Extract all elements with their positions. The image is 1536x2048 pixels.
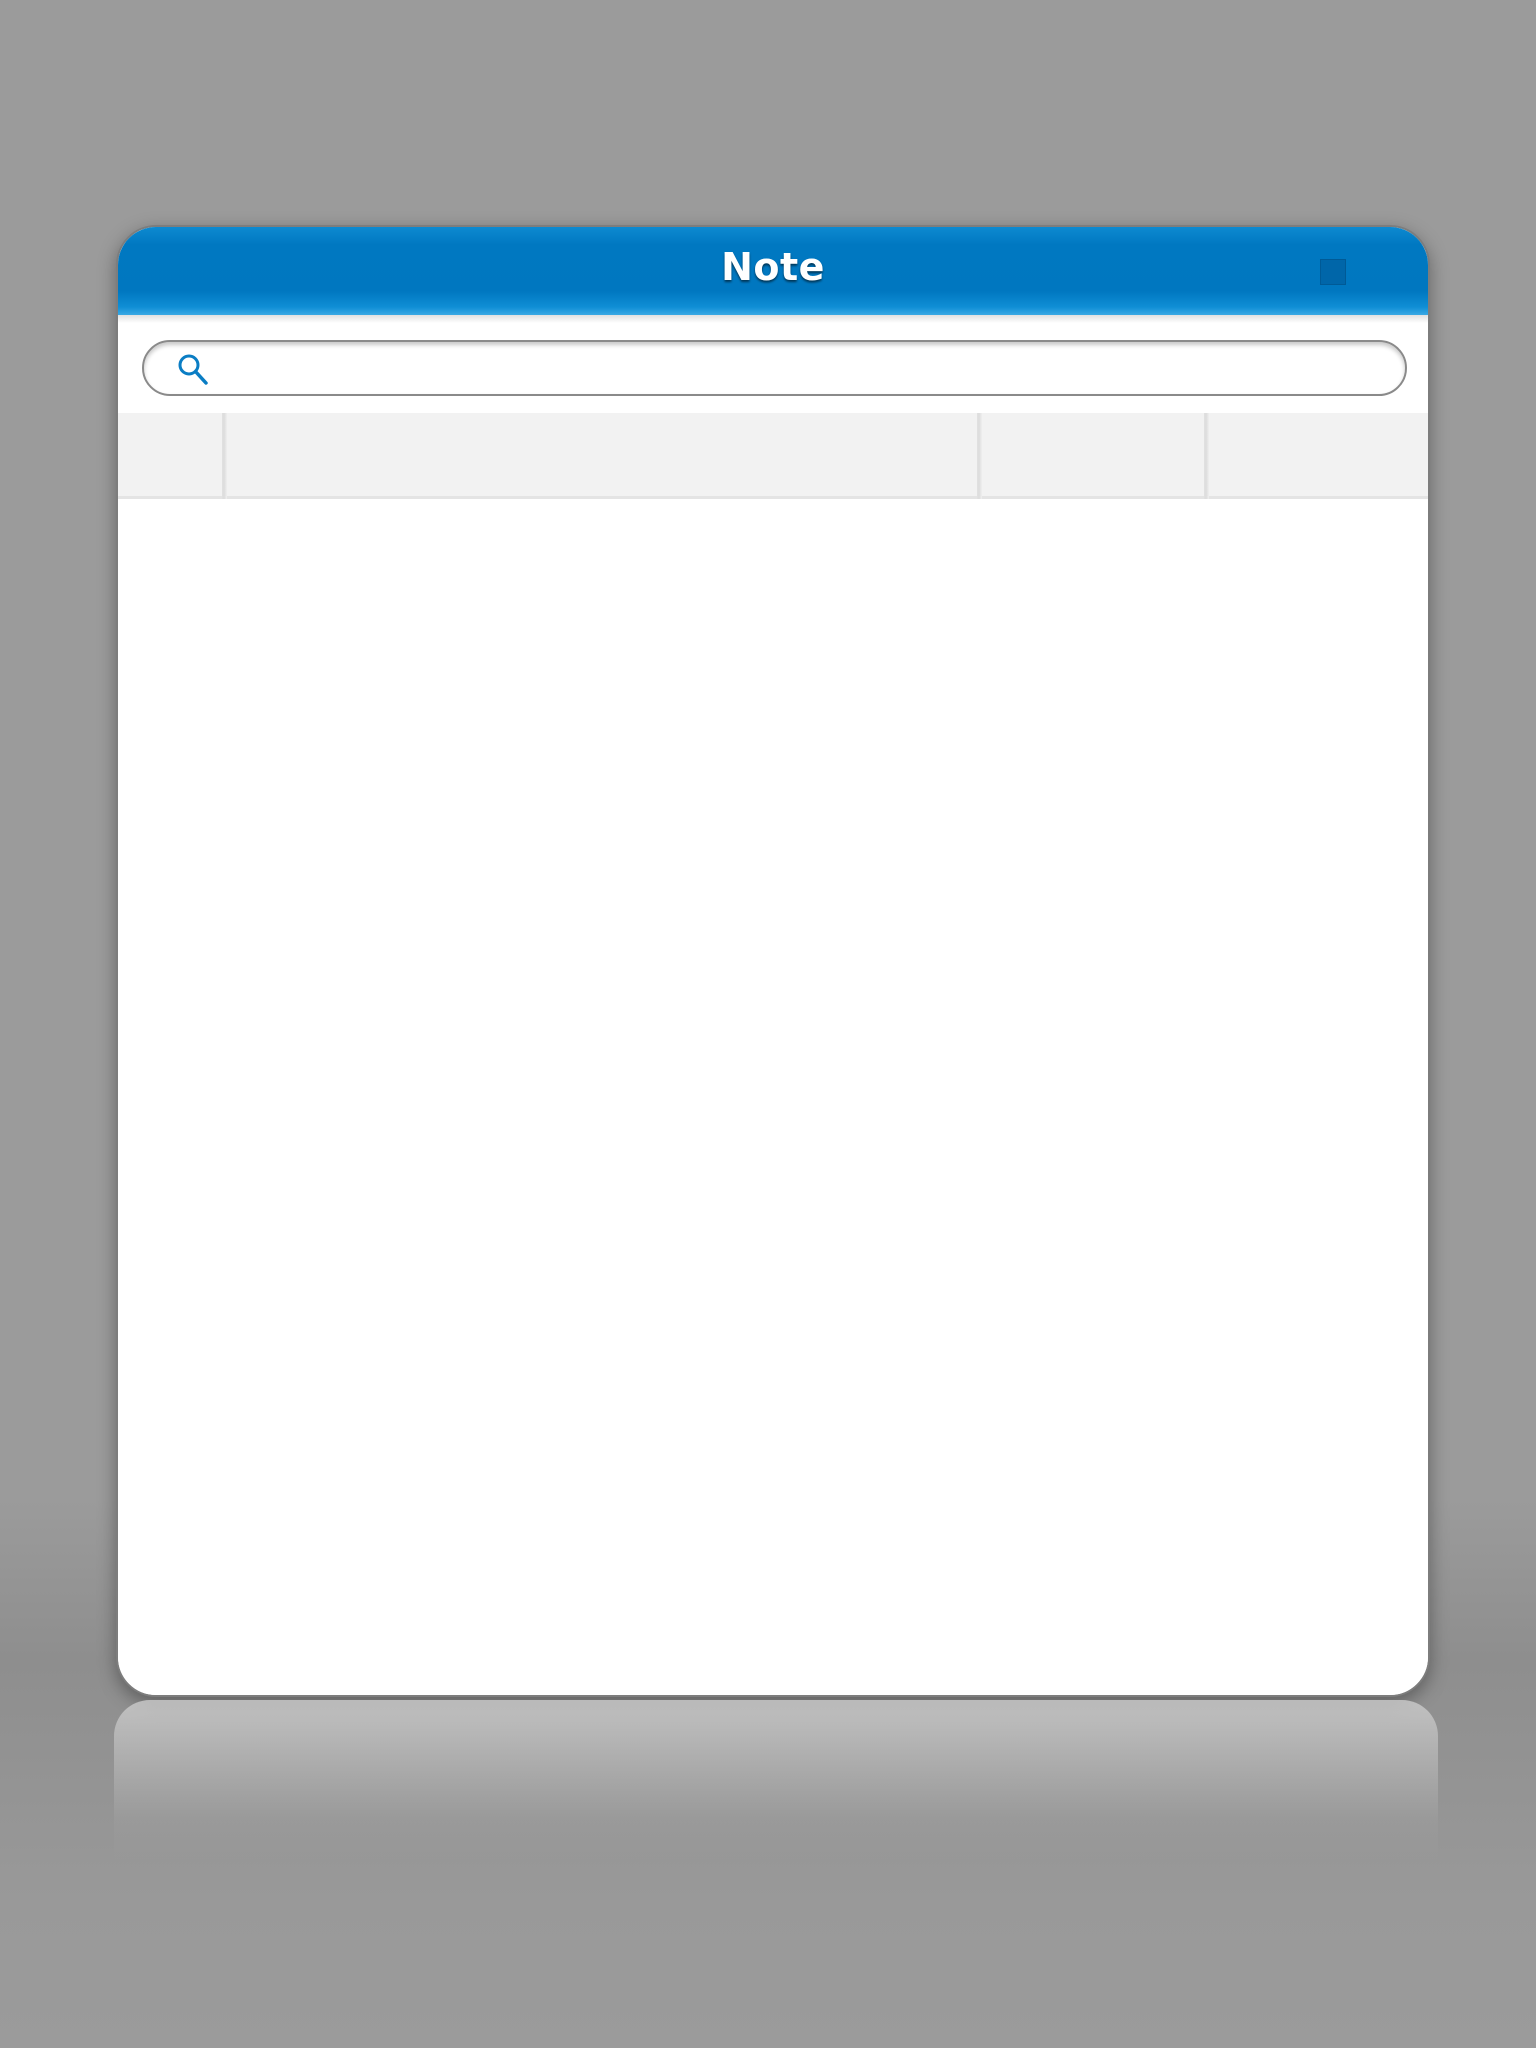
table-header (118, 413, 1428, 499)
note-window: Note (116, 225, 1430, 1697)
search-input[interactable] (224, 350, 1388, 388)
title-bar-shadow (118, 315, 1428, 323)
notes-list (118, 499, 1428, 1695)
column-header-3[interactable] (982, 413, 1204, 496)
search-box[interactable] (142, 340, 1407, 396)
title-bar: Note (118, 227, 1428, 315)
column-header-2[interactable] (227, 413, 977, 496)
search-icon (178, 354, 208, 385)
window-control-button[interactable] (1320, 259, 1346, 285)
window-reflection (114, 1700, 1438, 1860)
column-header-1[interactable] (118, 413, 222, 496)
window-title: Note (721, 245, 825, 289)
column-header-4[interactable] (1209, 413, 1428, 496)
